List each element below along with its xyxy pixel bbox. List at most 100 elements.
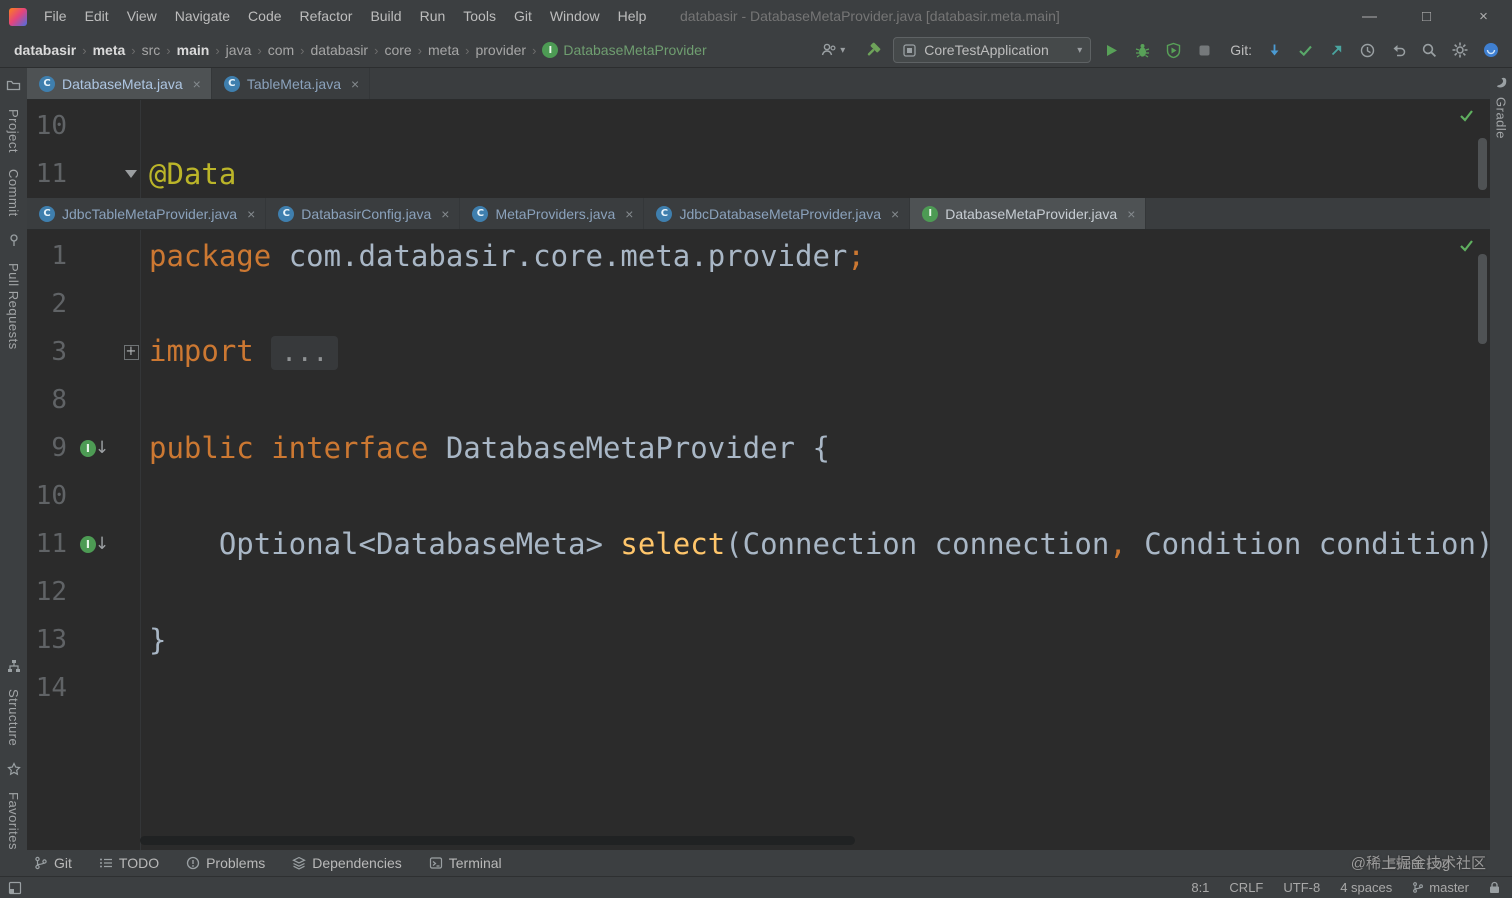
breadcrumb-item[interactable]: databasir	[311, 42, 369, 58]
close-icon[interactable]: ×	[891, 206, 899, 222]
code-text: }	[149, 623, 167, 657]
tool-window-button-git[interactable]: Git	[34, 855, 72, 871]
debug-button[interactable]	[1131, 39, 1153, 61]
encoding-indicator[interactable]: UTF-8	[1283, 880, 1320, 895]
intellij-logo-icon	[9, 7, 27, 26]
implemented-gutter-icon[interactable]: I ↓	[79, 534, 109, 554]
tool-window-button-pull-requests[interactable]: Pull Requests	[6, 263, 21, 350]
tab-jdbcdatabasemetaprovider-java[interactable]: C JdbcDatabaseMetaProvider.java ×	[644, 198, 911, 229]
close-icon[interactable]: ×	[247, 206, 255, 222]
menu-refactor[interactable]: Refactor	[291, 0, 362, 33]
menu-build[interactable]: Build	[361, 0, 410, 33]
breadcrumb-item[interactable]: java	[226, 42, 252, 58]
git-update-button[interactable]	[1263, 39, 1285, 61]
caret-position[interactable]: 8:1	[1191, 880, 1209, 895]
class-icon: C	[656, 205, 673, 222]
breadcrumb-item[interactable]: src	[142, 42, 161, 58]
breadcrumb-item[interactable]: com	[268, 42, 294, 58]
right-tool-window-stripe: Gradle	[1490, 68, 1512, 850]
tool-window-button-todo[interactable]: TODO	[99, 855, 159, 871]
breadcrumb-current-file[interactable]: I DatabaseMetaProvider	[542, 42, 707, 58]
tool-window-button-terminal[interactable]: Terminal	[429, 855, 502, 871]
code-text: package com.databasir.core.meta.provider…	[149, 239, 865, 273]
class-icon: C	[39, 75, 55, 92]
git-commit-button[interactable]	[1294, 39, 1316, 61]
tool-window-button-dependencies[interactable]: Dependencies	[292, 855, 402, 871]
menu-view[interactable]: View	[118, 0, 166, 33]
close-icon[interactable]: ×	[193, 76, 201, 92]
close-icon[interactable]: ×	[1127, 206, 1135, 222]
menu-tools[interactable]: Tools	[454, 0, 505, 33]
menu-code[interactable]: Code	[239, 0, 290, 33]
settings-button[interactable]	[1449, 39, 1471, 61]
todo-list-icon	[99, 858, 112, 868]
breadcrumb-item[interactable]: meta	[428, 42, 459, 58]
tab-jdbctablemetaprovider-java[interactable]: C JdbcTableMetaProvider.java ×	[27, 198, 267, 229]
vertical-scrollbar[interactable]	[1478, 254, 1487, 344]
implemented-gutter-icon[interactable]: I ↓	[79, 438, 109, 458]
menu-file[interactable]: File	[35, 0, 76, 33]
run-with-coverage-button[interactable]	[1162, 39, 1184, 61]
tool-window-button-favorites[interactable]: Favorites	[6, 792, 21, 850]
menu-edit[interactable]: Edit	[76, 0, 118, 33]
inspections-ok-icon[interactable]	[1459, 109, 1474, 122]
close-button[interactable]: ×	[1455, 0, 1512, 33]
menu-help[interactable]: Help	[609, 0, 656, 33]
tab-label: JdbcDatabaseMetaProvider.java	[679, 205, 882, 222]
tool-window-button-problems[interactable]: Problems	[186, 855, 265, 871]
horizontal-scrollbar[interactable]	[140, 836, 855, 845]
tool-window-toggle-icon[interactable]	[8, 881, 22, 895]
tab-metaproviders-java[interactable]: C MetaProviders.java ×	[460, 198, 645, 229]
status-bar: 8:1 CRLF UTF-8 4 spaces master	[0, 876, 1512, 898]
tool-window-button-commit[interactable]: Commit	[6, 169, 21, 217]
menu-window[interactable]: Window	[541, 0, 609, 33]
git-push-button[interactable]	[1325, 39, 1347, 61]
local-history-button[interactable]	[1356, 39, 1378, 61]
breadcrumb-item[interactable]: meta	[93, 42, 126, 58]
fold-collapse-icon[interactable]	[125, 170, 137, 178]
menu-run[interactable]: Run	[411, 0, 455, 33]
undo-button[interactable]	[1387, 39, 1409, 61]
tab-label: DatabaseMeta.java	[62, 75, 183, 92]
write-access-lock-icon[interactable]	[1489, 881, 1500, 894]
folded-region[interactable]: ...	[271, 336, 339, 370]
breadcrumb-item[interactable]: provider	[475, 42, 526, 58]
close-icon[interactable]: ×	[625, 206, 633, 222]
tab-databasemeta-java[interactable]: C DatabaseMeta.java ×	[27, 68, 212, 99]
breadcrumb-item[interactable]: databasir	[14, 42, 76, 58]
tab-tablemeta-java[interactable]: C TableMeta.java ×	[212, 68, 371, 99]
search-everywhere-button[interactable]	[1418, 39, 1440, 61]
gradle-notification-button[interactable]	[1480, 39, 1502, 61]
menu-navigate[interactable]: Navigate	[166, 0, 239, 33]
dependencies-icon	[292, 856, 307, 870]
code-with-me-users-button[interactable]: ▾	[820, 41, 845, 59]
fold-expand-icon[interactable]: +	[123, 344, 139, 360]
tab-databasirconfig-java[interactable]: C DatabasirConfig.java ×	[266, 198, 461, 229]
inspections-ok-icon[interactable]	[1459, 239, 1474, 252]
close-icon[interactable]: ×	[351, 76, 359, 92]
close-icon[interactable]: ×	[441, 206, 449, 222]
title-bar: File Edit View Navigate Code Refactor Bu…	[0, 0, 1512, 33]
top-code-editor[interactable]: 10 11 @Data	[27, 100, 1490, 198]
vertical-scrollbar[interactable]	[1478, 138, 1487, 190]
indent-indicator[interactable]: 4 spaces	[1340, 880, 1392, 895]
breadcrumb-item[interactable]: main	[177, 42, 210, 58]
minimize-button[interactable]: —	[1341, 0, 1398, 33]
breadcrumb-separator-icon: ›	[131, 42, 136, 58]
git-branch-indicator[interactable]: master	[1412, 880, 1469, 895]
tool-window-button-structure[interactable]: Structure	[6, 689, 21, 746]
line-separator-indicator[interactable]: CRLF	[1229, 880, 1263, 895]
tab-databasemetaprovider-java[interactable]: I DatabaseMetaProvider.java ×	[910, 198, 1147, 229]
maximize-button[interactable]: □	[1398, 0, 1455, 33]
tool-window-button-project[interactable]: Project	[6, 109, 21, 153]
run-button[interactable]	[1100, 39, 1122, 61]
code-line: 3 + import ...	[27, 328, 1490, 376]
bottom-code-editor[interactable]: 1 package com.databasir.core.meta.provid…	[27, 230, 1490, 850]
menu-git[interactable]: Git	[505, 0, 541, 33]
breadcrumb-item[interactable]: core	[384, 42, 411, 58]
tool-window-button-gradle[interactable]: Gradle	[1494, 97, 1509, 139]
build-project-button[interactable]	[862, 39, 884, 61]
run-configuration-select[interactable]: CoreTestApplication ▾	[893, 37, 1092, 63]
check-icon	[1298, 45, 1312, 56]
stop-button[interactable]	[1193, 39, 1215, 61]
